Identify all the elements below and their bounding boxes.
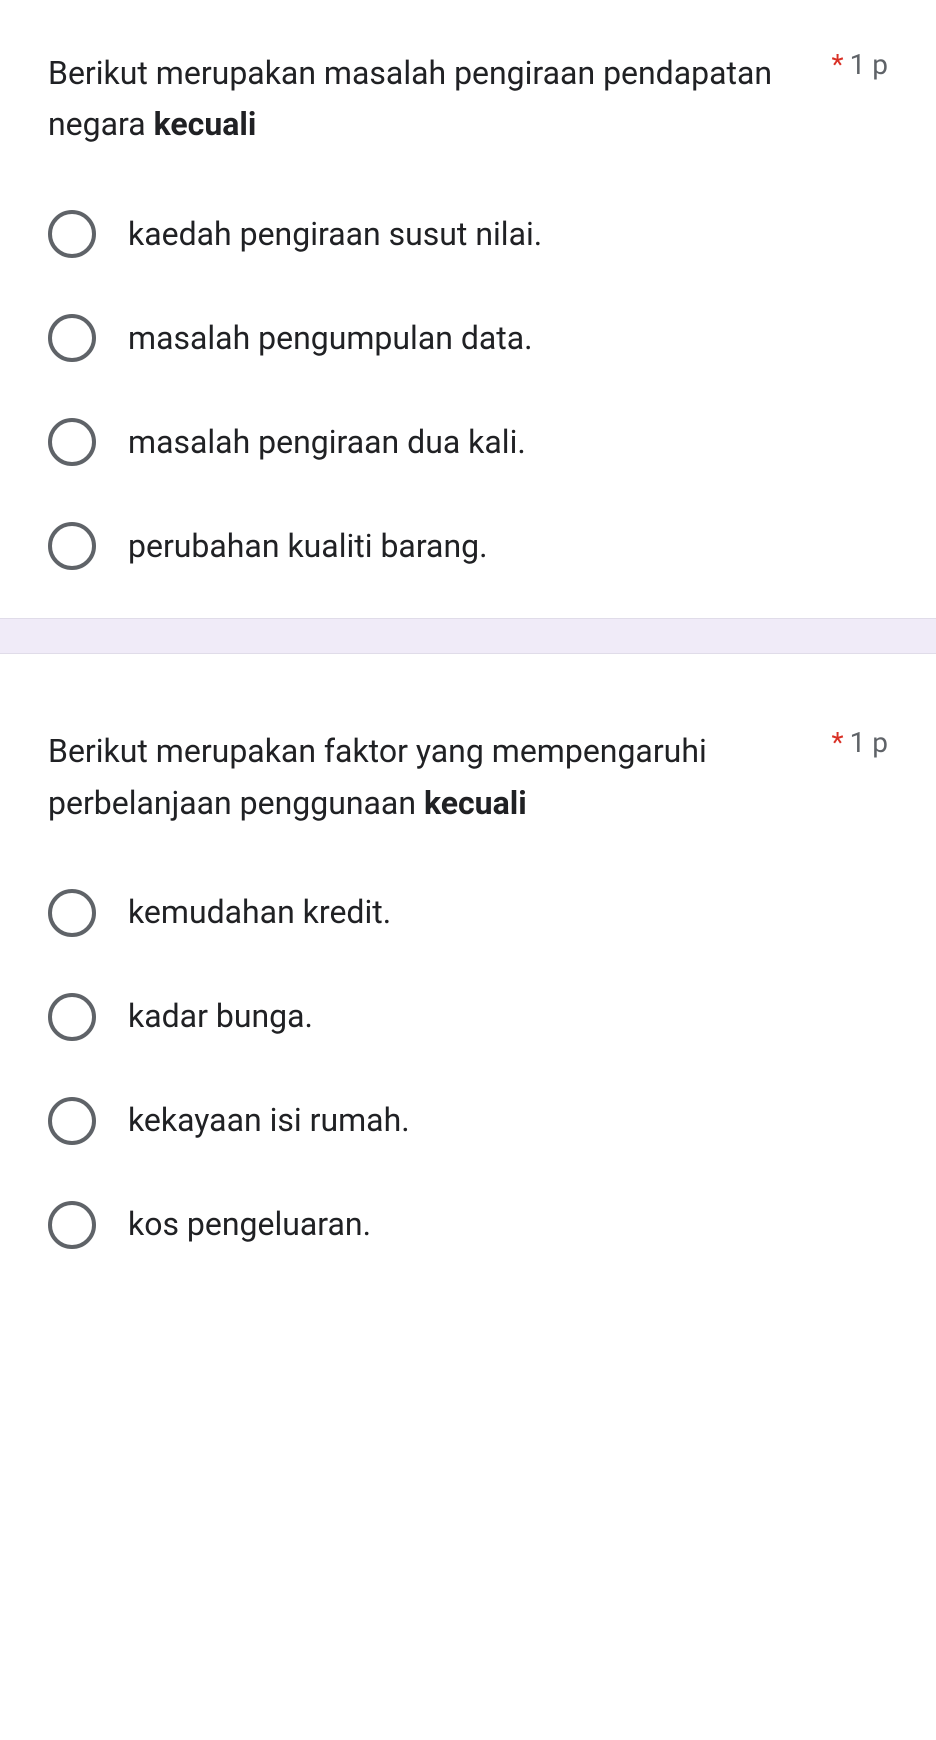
- question-header: Berikut merupakan masalah pengiraan pend…: [48, 48, 888, 150]
- option-label: kos pengeluaran.: [128, 1202, 371, 1247]
- radio-icon[interactable]: [48, 889, 96, 937]
- question-card-1: Berikut merupakan masalah pengiraan pend…: [0, 0, 936, 618]
- option-label: masalah pengiraan dua kali.: [128, 420, 526, 465]
- question-text-regular: Berikut merupakan faktor yang mempengaru…: [48, 732, 707, 821]
- option-label: masalah pengumpulan data.: [128, 316, 533, 361]
- option-row[interactable]: kekayaan isi rumah.: [48, 1097, 888, 1145]
- points-text: 1 p: [850, 726, 888, 759]
- option-row[interactable]: perubahan kualiti barang.: [48, 522, 888, 570]
- option-label: kadar bunga.: [128, 994, 313, 1039]
- option-label: kemudahan kredit.: [128, 890, 391, 935]
- radio-icon[interactable]: [48, 210, 96, 258]
- points-label: * 1 p: [832, 726, 888, 759]
- question-text: Berikut merupakan masalah pengiraan pend…: [48, 48, 808, 150]
- option-label: kekayaan isi rumah.: [128, 1098, 410, 1143]
- option-row[interactable]: masalah pengiraan dua kali.: [48, 418, 888, 466]
- option-label: perubahan kualiti barang.: [128, 524, 488, 569]
- option-row[interactable]: kemudahan kredit.: [48, 889, 888, 937]
- radio-icon[interactable]: [48, 418, 96, 466]
- radio-icon[interactable]: [48, 1201, 96, 1249]
- required-asterisk: *: [832, 48, 844, 81]
- required-asterisk: *: [832, 726, 844, 759]
- points-label: * 1 p: [832, 48, 888, 81]
- question-card-2: Berikut merupakan faktor yang mempengaru…: [0, 654, 936, 1296]
- question-text-bold: kecuali: [424, 784, 527, 822]
- options-list: kaedah pengiraan susut nilai. masalah pe…: [48, 210, 888, 570]
- radio-icon[interactable]: [48, 522, 96, 570]
- option-row[interactable]: masalah pengumpulan data.: [48, 314, 888, 362]
- option-row[interactable]: kaedah pengiraan susut nilai.: [48, 210, 888, 258]
- radio-icon[interactable]: [48, 1097, 96, 1145]
- radio-icon[interactable]: [48, 993, 96, 1041]
- question-header: Berikut merupakan faktor yang mempengaru…: [48, 726, 888, 828]
- option-row[interactable]: kadar bunga.: [48, 993, 888, 1041]
- points-text: 1 p: [850, 48, 888, 81]
- question-text-bold: kecuali: [154, 105, 257, 143]
- radio-icon[interactable]: [48, 314, 96, 362]
- card-divider: [0, 618, 936, 654]
- question-text: Berikut merupakan faktor yang mempengaru…: [48, 726, 808, 828]
- option-row[interactable]: kos pengeluaran.: [48, 1201, 888, 1249]
- options-list: kemudahan kredit. kadar bunga. kekayaan …: [48, 889, 888, 1249]
- option-label: kaedah pengiraan susut nilai.: [128, 212, 542, 257]
